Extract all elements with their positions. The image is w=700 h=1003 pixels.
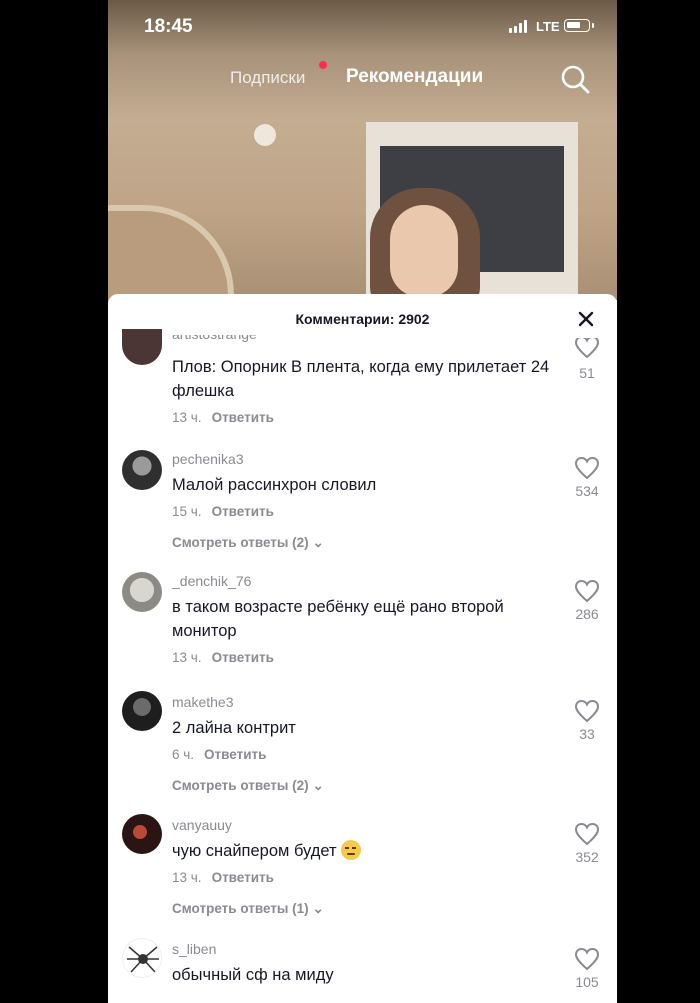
reply-button[interactable]: Ответить <box>212 410 274 425</box>
comment-meta: 13 ч. Ответить <box>172 650 274 665</box>
comments-sheet: Комментарии: 2902 artistostrange Плов: О… <box>108 294 617 1003</box>
comment-item: s_liben обычный сф на миду 105 <box>108 934 617 1003</box>
notification-dot <box>319 61 327 69</box>
tab-following[interactable]: Подписки <box>230 68 305 88</box>
comment-item: vanyauuy чую снайпером будет 13 ч. Ответи… <box>108 811 617 931</box>
heart-icon[interactable] <box>574 338 600 358</box>
comment-username[interactable]: _denchik_76 <box>172 573 251 589</box>
comment-meta: 6 ч. Ответить <box>172 747 266 762</box>
status-time: 18:45 <box>144 16 193 37</box>
comment-username[interactable]: s_liben <box>172 941 216 957</box>
comment-meta: 15 ч. Ответить <box>172 504 274 519</box>
ceiling-light <box>254 124 276 146</box>
like-count: 51 <box>579 365 595 381</box>
comment-time: 13 ч. <box>172 870 202 885</box>
comment-username[interactable]: pechenika3 <box>172 451 244 467</box>
like-count: 534 <box>575 483 599 499</box>
chevron-down-icon: ⌄ <box>312 778 324 793</box>
network-type: LTE <box>536 19 560 34</box>
comment-text: обычный сф на миду <box>172 966 334 984</box>
chevron-down-icon: ⌄ <box>312 901 324 916</box>
comment-time: 15 ч. <box>172 504 202 519</box>
heart-icon[interactable] <box>574 699 600 723</box>
avatar[interactable] <box>122 814 162 854</box>
tab-for-you[interactable]: Рекомендации <box>346 66 483 88</box>
avatar[interactable] <box>122 572 162 612</box>
comment-item: pechenika3 Малой рассинхрон словил 15 ч.… <box>108 444 617 564</box>
like-count: 286 <box>575 606 599 622</box>
comment-username[interactable]: makethe3 <box>172 694 233 710</box>
reply-button[interactable]: Ответить <box>212 504 274 519</box>
battery-cap <box>592 23 594 28</box>
heart-icon[interactable] <box>574 822 600 846</box>
comment-username-clipped: artistostrange <box>172 335 332 343</box>
avatar[interactable] <box>122 450 162 490</box>
comment-time: 13 ч. <box>172 410 202 425</box>
comment-text: 2 лайна контрит <box>172 719 296 737</box>
comment-text: Малой рассинхрон словил <box>172 476 377 494</box>
spider-logo-icon <box>127 946 159 973</box>
like-count: 105 <box>575 974 599 990</box>
view-replies-button[interactable]: Смотреть ответы (2) ⌄ <box>172 535 324 551</box>
comment-meta: 13 ч. Ответить <box>172 410 274 425</box>
reply-button[interactable]: Ответить <box>212 650 274 665</box>
comment-text: чую снайпером будет <box>172 839 552 863</box>
comment-item: artistostrange Плов: Опорник В плента, к… <box>108 294 617 444</box>
signal-icon <box>509 20 527 33</box>
view-replies-button[interactable]: Смотреть ответы (1) ⌄ <box>172 901 324 917</box>
relieved-face-emoji <box>340 840 361 860</box>
view-replies-button[interactable]: Смотреть ответы (2) ⌄ <box>172 778 324 794</box>
comment-time: 6 ч. <box>172 747 195 762</box>
comment-meta: 13 ч. Ответить <box>172 870 274 885</box>
search-icon[interactable] <box>560 64 590 94</box>
like-count: 33 <box>579 726 595 742</box>
status-bar: 18:45 LTE <box>108 0 617 52</box>
comment-text: в таком возрасте ребёнку ещё рано второй… <box>172 598 504 640</box>
avatar[interactable] <box>122 691 162 731</box>
chevron-down-icon: ⌄ <box>312 535 324 550</box>
heart-icon[interactable] <box>574 579 600 603</box>
avatar[interactable] <box>122 938 162 978</box>
comment-time: 13 ч. <box>172 650 202 665</box>
comment-username[interactable]: vanyauuy <box>172 817 232 833</box>
phone-screen: 18:45 LTE Подписки Рекомендации Коммента… <box>108 0 617 1003</box>
reply-button[interactable]: Ответить <box>212 870 274 885</box>
reply-button[interactable]: Ответить <box>204 747 266 762</box>
person-face <box>390 205 458 297</box>
heart-icon[interactable] <box>574 947 600 971</box>
heart-icon[interactable] <box>574 456 600 480</box>
comment-text: Плов: Опорник В плента, когда ему прилет… <box>172 358 550 400</box>
battery-icon <box>564 19 590 32</box>
comment-item: makethe3 2 лайна контрит 6 ч. Ответить См… <box>108 688 617 808</box>
like-count: 352 <box>575 849 599 865</box>
comment-item: _denchik_76 в таком возрасте ребёнку ещё… <box>108 566 617 676</box>
avatar[interactable] <box>122 329 162 365</box>
